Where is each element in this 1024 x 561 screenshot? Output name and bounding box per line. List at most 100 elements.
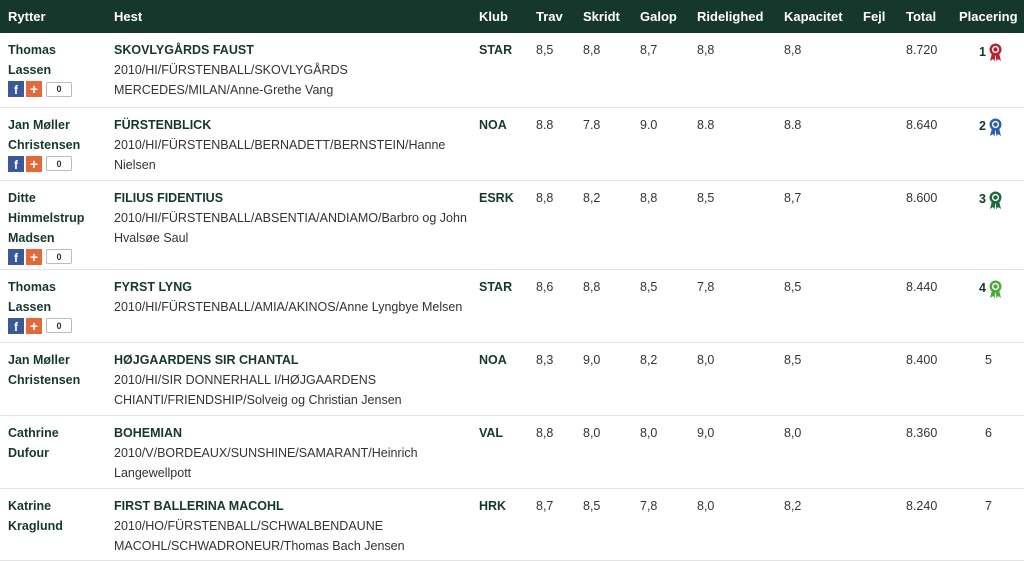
header-rider[interactable]: Rytter bbox=[0, 0, 106, 33]
table-row: Ditte Himmelstrup Madsen f +0 FILIUS FIDENTIU… bbox=[0, 180, 1024, 269]
header-horse[interactable]: Hest bbox=[106, 0, 471, 33]
facebook-icon[interactable]: f bbox=[8, 317, 24, 334]
rosette-lightgreen-icon bbox=[989, 280, 1002, 298]
rider-name-line[interactable]: Thomas bbox=[8, 277, 108, 297]
facebook-icon[interactable]: f bbox=[8, 81, 24, 97]
placering-number: 3 bbox=[979, 192, 986, 207]
plus-icon[interactable]: + bbox=[26, 317, 42, 334]
rider-name[interactable]: Jan Møller Christensen bbox=[8, 350, 108, 390]
trav-score: 8,8 bbox=[536, 425, 554, 440]
rider-name-line[interactable]: Kraglund bbox=[8, 516, 108, 536]
rider-name-line[interactable]: Cathrine bbox=[8, 423, 108, 443]
skridt-score: 8,0 bbox=[583, 425, 601, 440]
horse-name[interactable]: BOHEMIAN bbox=[114, 423, 471, 443]
horse-cell: BOHEMIAN 2010/V/BORDEAUX/SUNSHINE/SAMARAN… bbox=[106, 415, 471, 488]
horse-cell: FYRST LYNG 2010/HI/FÜRSTENBALL/AMIA/AKINO… bbox=[106, 269, 471, 342]
kapacitet-score: 8,2 bbox=[784, 498, 802, 513]
horse-cell: FIRST BALLERINA MACOHL 2010/HO/FÜRSTENBAL… bbox=[106, 488, 471, 560]
rider-name-line[interactable]: Madsen bbox=[8, 228, 108, 248]
club-cell: ESRK bbox=[479, 190, 514, 205]
rider-name-line[interactable]: Katrine bbox=[8, 496, 108, 516]
header-trav[interactable]: Trav bbox=[528, 0, 575, 33]
rider-name[interactable]: Cathrine Dufour bbox=[8, 423, 108, 463]
header-fejl[interactable]: Fejl bbox=[855, 0, 898, 33]
skridt-score: 8,2 bbox=[583, 190, 601, 205]
ridelighed-score: 7,8 bbox=[697, 279, 715, 294]
rider-name-line[interactable]: Thomas bbox=[8, 40, 108, 60]
kapacitet-score: 8,5 bbox=[784, 352, 802, 367]
club-cell: HRK bbox=[479, 498, 507, 513]
ridelighed-score: 8,0 bbox=[697, 352, 715, 367]
share-count: 0 bbox=[46, 318, 72, 333]
rosette-red-icon bbox=[989, 43, 1002, 62]
rider-name-line[interactable]: Dufour bbox=[8, 443, 108, 463]
rider-cell: Ditte Himmelstrup Madsen f +0 bbox=[0, 180, 106, 269]
skridt-score: 8,5 bbox=[583, 498, 601, 513]
total-score: 8.720 bbox=[906, 43, 938, 57]
kapacitet-score: 8.8 bbox=[784, 117, 802, 132]
skridt-score: 7.8 bbox=[583, 117, 601, 132]
rider-name[interactable]: Thomas Lassen bbox=[8, 40, 108, 80]
rider-name-line[interactable]: Christensen bbox=[8, 135, 108, 155]
placering-number: 7 bbox=[985, 498, 992, 513]
fejl-score bbox=[855, 33, 898, 107]
galop-score: 9.0 bbox=[640, 117, 658, 132]
ridelighed-score: 9,0 bbox=[697, 425, 715, 440]
galop-score: 8,2 bbox=[640, 352, 658, 367]
social-share: f +0 bbox=[8, 155, 106, 172]
social-share: f +0 bbox=[8, 81, 106, 97]
rider-name[interactable]: Katrine Kraglund bbox=[8, 496, 108, 536]
kapacitet-score: 8,5 bbox=[784, 279, 802, 294]
club-cell: NOA bbox=[479, 117, 507, 132]
rider-name-line[interactable]: Jan Møller bbox=[8, 350, 108, 370]
share-count: 0 bbox=[46, 81, 72, 97]
rider-name-line[interactable]: Ditte bbox=[8, 188, 108, 208]
ridelighed-score: 8,0 bbox=[697, 498, 715, 513]
club-cell: VAL bbox=[479, 425, 504, 440]
horse-info: 2010/HI/FÜRSTENBALL/BERNADETT/BERNSTEIN/… bbox=[114, 137, 446, 172]
galop-score: 7,8 bbox=[640, 498, 658, 513]
total-score: 8.600 bbox=[906, 190, 938, 205]
table-header-row: Rytter Hest Klub Trav Skridt Galop Ridel… bbox=[0, 0, 1024, 33]
trav-score: 8,8 bbox=[536, 190, 554, 205]
horse-name[interactable]: FIRST BALLERINA MACOHL bbox=[114, 496, 471, 516]
rider-name[interactable]: Jan Møller Christensen bbox=[8, 115, 108, 155]
header-total[interactable]: Total bbox=[898, 0, 951, 33]
placering-cell: 3 bbox=[951, 180, 1024, 269]
header-club[interactable]: Klub bbox=[471, 0, 528, 33]
horse-name[interactable]: HØJGAARDENS SIR CHANTAL bbox=[114, 350, 471, 370]
fejl-score bbox=[855, 415, 898, 488]
placering-number: 1 bbox=[979, 44, 986, 59]
fejl-score bbox=[855, 342, 898, 415]
header-placering[interactable]: Placering bbox=[951, 0, 1024, 33]
horse-info: 2010/HI/FÜRSTENBALL/AMIA/AKINOS/Anne Lyn… bbox=[114, 299, 463, 314]
rider-name-line[interactable]: Lassen bbox=[8, 60, 108, 80]
trav-score: 8,3 bbox=[536, 352, 554, 367]
horse-name[interactable]: FILIUS FIDENTIUS bbox=[114, 188, 471, 208]
horse-name[interactable]: SKOVLYGÅRDS FAUST bbox=[114, 40, 471, 60]
header-kapacitet[interactable]: Kapacitet bbox=[776, 0, 855, 33]
rider-name-line[interactable]: Lassen bbox=[8, 297, 108, 317]
trav-score: 8,5 bbox=[536, 43, 554, 57]
rider-name-line[interactable]: Himmelstrup bbox=[8, 208, 108, 228]
header-skridt[interactable]: Skridt bbox=[575, 0, 632, 33]
rider-name-line[interactable]: Jan Møller bbox=[8, 115, 108, 135]
plus-icon[interactable]: + bbox=[26, 248, 42, 265]
rider-name-line[interactable]: Christensen bbox=[8, 370, 108, 390]
fejl-score bbox=[855, 107, 898, 180]
rider-name[interactable]: Thomas Lassen bbox=[8, 277, 108, 317]
total-score: 8.400 bbox=[906, 352, 938, 367]
plus-icon[interactable]: + bbox=[26, 81, 42, 97]
facebook-icon[interactable]: f bbox=[8, 248, 24, 265]
rider-name[interactable]: Ditte Himmelstrup Madsen bbox=[8, 188, 108, 248]
facebook-icon[interactable]: f bbox=[8, 155, 24, 172]
horse-name[interactable]: FYRST LYNG bbox=[114, 277, 471, 297]
plus-icon[interactable]: + bbox=[26, 155, 42, 172]
horse-name[interactable]: FÜRSTENBLICK bbox=[114, 115, 471, 135]
horse-cell: FÜRSTENBLICK 2010/HI/FÜRSTENBALL/BERNADET… bbox=[106, 107, 471, 180]
table-row: Cathrine Dufour BOHEMIAN 2010/V/BORDEAUX/SU… bbox=[0, 415, 1024, 488]
header-galop[interactable]: Galop bbox=[632, 0, 689, 33]
galop-score: 8,0 bbox=[640, 425, 658, 440]
placering-cell: 4 bbox=[951, 269, 1024, 342]
header-ridelighed[interactable]: Ridelighed bbox=[689, 0, 776, 33]
